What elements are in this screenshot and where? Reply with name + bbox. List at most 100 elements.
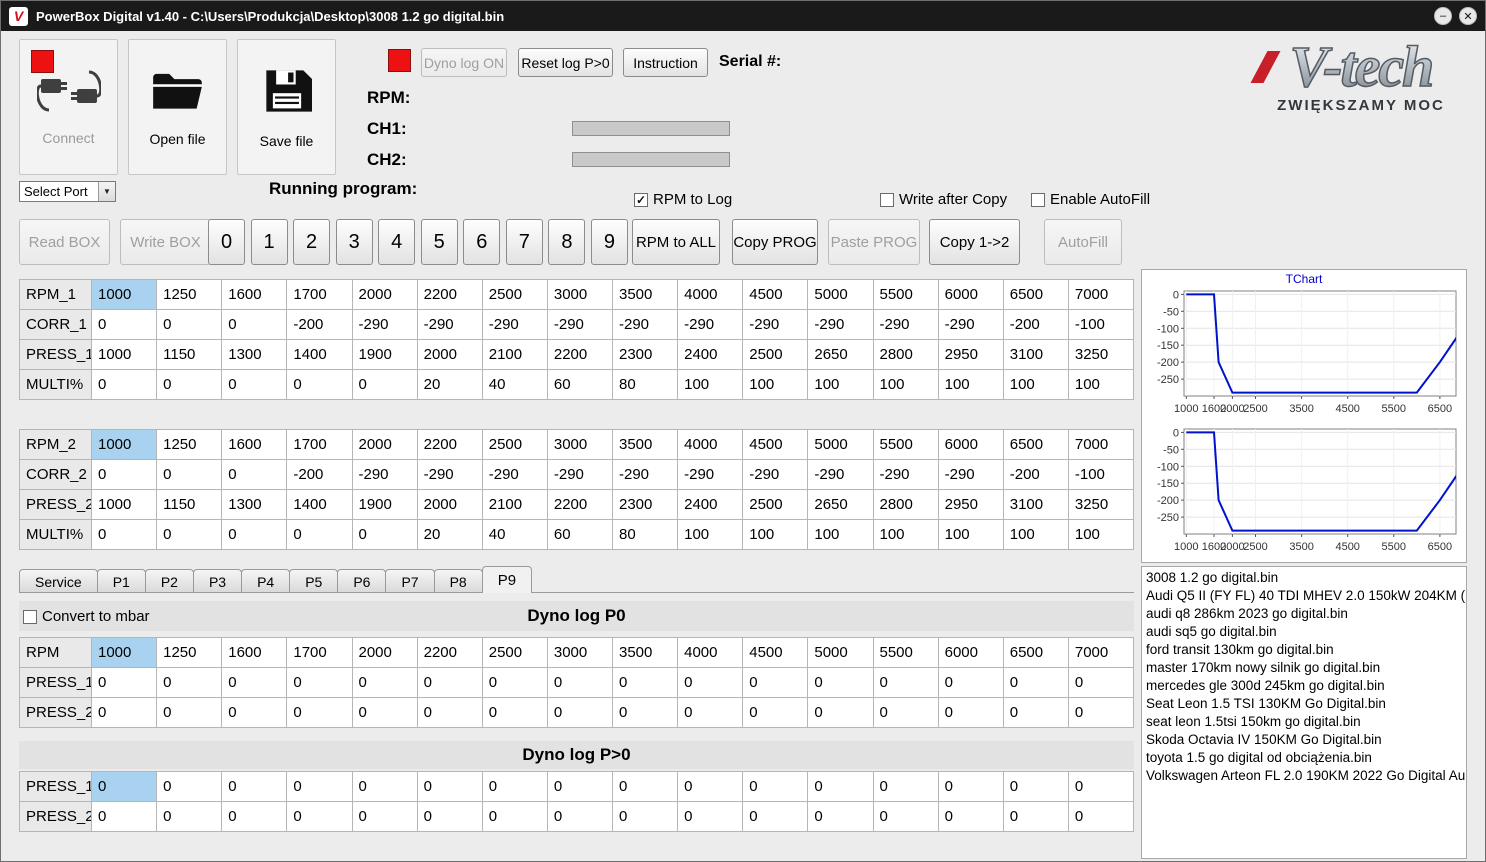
cell[interactable]: 5500 <box>872 637 939 668</box>
cell[interactable]: 0 <box>742 667 809 698</box>
cell[interactable]: 0 <box>1067 667 1135 698</box>
cell[interactable]: 3500 <box>611 637 679 668</box>
tab-p9[interactable]: P9 <box>481 566 533 593</box>
tab-service[interactable]: Service <box>19 569 98 593</box>
cell[interactable]: 2500 <box>481 279 548 310</box>
file-list-item[interactable]: master 170km nowy silnik go digital.bin <box>1142 659 1466 677</box>
cell[interactable]: 0 <box>221 459 288 490</box>
cell[interactable]: 1600 <box>221 637 288 668</box>
cell[interactable]: -200 <box>286 459 353 490</box>
cell[interactable]: 1700 <box>286 279 353 310</box>
cell[interactable]: 0 <box>351 519 418 550</box>
cell[interactable]: 60 <box>546 519 614 550</box>
digit-button-9[interactable]: 9 <box>590 219 628 265</box>
cell[interactable]: 1400 <box>286 339 353 370</box>
cell[interactable]: 100 <box>807 519 874 550</box>
cell[interactable]: 6500 <box>1002 637 1069 668</box>
file-list-item[interactable]: mercedes gle 300d 245km go digital.bin <box>1142 677 1466 695</box>
cell[interactable]: 0 <box>286 771 353 802</box>
cell[interactable]: 0 <box>481 801 548 832</box>
cell[interactable]: 5500 <box>872 279 939 310</box>
cell[interactable]: 0 <box>611 801 679 832</box>
cell[interactable]: 0 <box>90 667 158 698</box>
cell[interactable]: 100 <box>872 369 939 400</box>
cell[interactable]: 0 <box>807 697 874 728</box>
cell[interactable]: 1000 <box>90 429 158 460</box>
cell[interactable]: 0 <box>546 667 614 698</box>
cell[interactable]: 3500 <box>611 279 679 310</box>
digit-button-8[interactable]: 8 <box>548 219 586 265</box>
cell[interactable]: 6000 <box>937 429 1004 460</box>
cell[interactable]: 0 <box>156 369 223 400</box>
cell[interactable]: 1900 <box>351 489 418 520</box>
tab-p1[interactable]: P1 <box>96 569 146 593</box>
cell[interactable]: -100 <box>1067 309 1135 340</box>
tab-p4[interactable]: P4 <box>241 569 291 593</box>
cell[interactable]: 0 <box>416 771 483 802</box>
cell[interactable]: 100 <box>1067 519 1135 550</box>
cell[interactable]: 1700 <box>286 429 353 460</box>
tab-p7[interactable]: P7 <box>385 569 435 593</box>
checkbox-box-icon[interactable] <box>880 192 894 207</box>
cell[interactable]: 0 <box>156 309 223 340</box>
cell[interactable]: 100 <box>872 519 939 550</box>
cell[interactable]: 0 <box>221 667 288 698</box>
cell[interactable]: 5000 <box>807 429 874 460</box>
cell[interactable]: 2200 <box>416 279 483 310</box>
cell[interactable]: 2400 <box>677 489 744 520</box>
cell[interactable]: 6000 <box>937 279 1004 310</box>
cell[interactable]: 0 <box>807 771 874 802</box>
cell[interactable]: 0 <box>416 667 483 698</box>
cell[interactable]: 2100 <box>481 489 548 520</box>
write-after-copy-checkbox[interactable]: Write after Copy <box>880 191 1007 208</box>
cell[interactable]: -290 <box>416 309 483 340</box>
cell[interactable]: 1600 <box>221 429 288 460</box>
cell[interactable]: 60 <box>546 369 614 400</box>
file-list-item[interactable]: audi q8 286km 2023 go digital.bin <box>1142 605 1466 623</box>
save-file-button[interactable]: Save file <box>237 39 336 175</box>
cell[interactable]: 2800 <box>872 489 939 520</box>
cell[interactable]: 2950 <box>937 489 1004 520</box>
cell[interactable]: -290 <box>742 309 809 340</box>
cell[interactable]: -290 <box>677 459 744 490</box>
cell[interactable]: -290 <box>807 309 874 340</box>
cell[interactable]: 100 <box>1067 369 1135 400</box>
cell[interactable]: -290 <box>872 309 939 340</box>
cell[interactable]: 0 <box>677 667 744 698</box>
cell[interactable]: 100 <box>742 369 809 400</box>
cell[interactable]: 1250 <box>156 279 223 310</box>
cell[interactable]: 3250 <box>1067 489 1135 520</box>
cell[interactable]: 0 <box>742 697 809 728</box>
cell[interactable]: 2000 <box>416 339 483 370</box>
cell[interactable]: 2500 <box>742 339 809 370</box>
cell[interactable]: -290 <box>611 459 679 490</box>
cell[interactable]: 2300 <box>611 339 679 370</box>
cell[interactable]: 2000 <box>416 489 483 520</box>
cell[interactable]: 2800 <box>872 339 939 370</box>
tab-p8[interactable]: P8 <box>433 569 483 593</box>
cell[interactable]: 0 <box>1002 667 1069 698</box>
tab-p5[interactable]: P5 <box>289 569 339 593</box>
cell[interactable]: 0 <box>1002 697 1069 728</box>
cell[interactable]: 0 <box>937 697 1004 728</box>
digit-button-6[interactable]: 6 <box>463 219 501 265</box>
chevron-down-icon[interactable]: ▼ <box>98 182 115 201</box>
file-list-item[interactable]: audi sq5 go digital.bin <box>1142 623 1466 641</box>
cell[interactable]: 0 <box>90 519 158 550</box>
cell[interactable]: 100 <box>807 369 874 400</box>
cell[interactable]: 2950 <box>937 339 1004 370</box>
cell[interactable]: 20 <box>416 519 483 550</box>
cell[interactable]: 0 <box>156 667 223 698</box>
enable-autofill-checkbox[interactable]: Enable AutoFill <box>1031 191 1150 208</box>
cell[interactable]: 0 <box>742 771 809 802</box>
cell[interactable]: 40 <box>481 519 548 550</box>
cell[interactable]: 1000 <box>90 339 158 370</box>
cell[interactable]: 2200 <box>416 637 483 668</box>
cell[interactable]: -290 <box>546 459 614 490</box>
cell[interactable]: 0 <box>937 771 1004 802</box>
checkbox-box-icon[interactable] <box>634 192 648 207</box>
cell[interactable]: 2400 <box>677 339 744 370</box>
digit-button-4[interactable]: 4 <box>378 219 416 265</box>
cell[interactable]: 7000 <box>1067 637 1135 668</box>
cell[interactable]: 80 <box>611 369 679 400</box>
